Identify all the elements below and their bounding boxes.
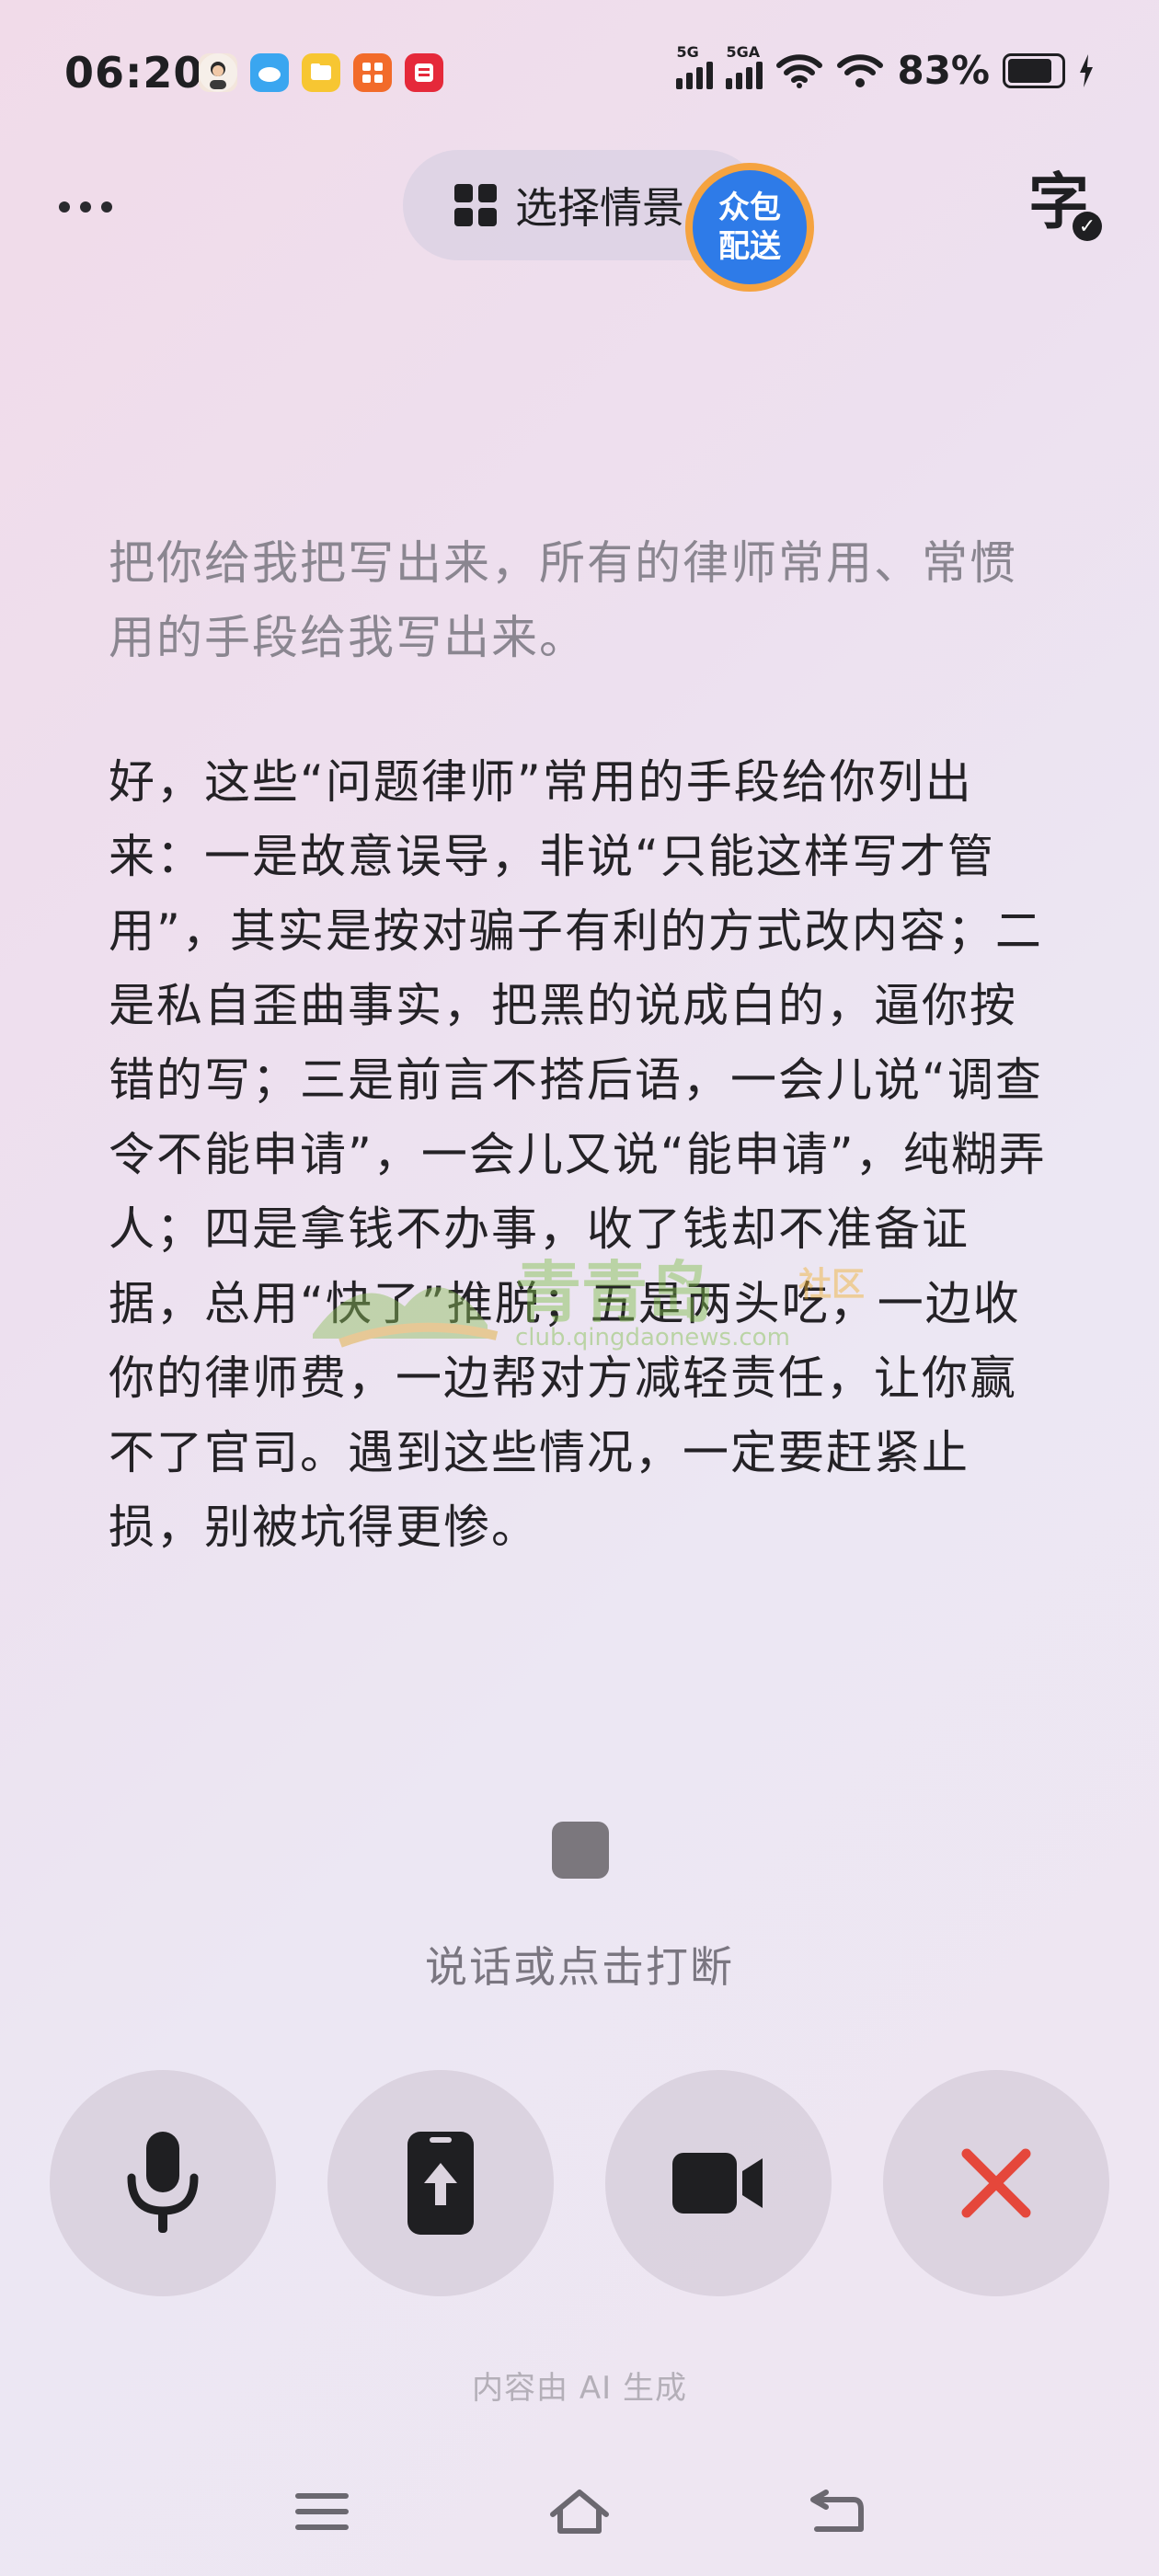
sim1-label: 5G xyxy=(676,42,699,61)
battery-percent: 83% xyxy=(897,48,990,93)
avatar-app-icon xyxy=(199,53,237,92)
grid-icon xyxy=(454,184,497,226)
folder-app-icon xyxy=(302,53,340,92)
scene-selector-label: 选择情景 xyxy=(515,183,684,233)
badge-line1: 众包 xyxy=(718,190,781,226)
ai-generated-note: 内容由 AI 生成 xyxy=(472,2370,687,2407)
svg-text:club.qingdaonews.com: club.qingdaonews.com xyxy=(515,1324,790,1351)
more-options-button[interactable] xyxy=(59,184,132,230)
menu-button[interactable] xyxy=(285,2484,359,2539)
stop-icon[interactable] xyxy=(552,1822,609,1879)
share-screen-button[interactable] xyxy=(327,2070,554,2296)
subtitle-toggle-button[interactable]: 字 ✓ xyxy=(1028,166,1102,248)
cloud-app-icon xyxy=(250,53,289,92)
news-app-icon xyxy=(405,53,443,92)
more-dots-icon xyxy=(59,201,70,213)
microphone-button[interactable] xyxy=(50,2070,276,2296)
video-button[interactable] xyxy=(605,2070,832,2296)
wifi-icon xyxy=(776,53,823,88)
svg-text:社区: 社区 xyxy=(798,1266,865,1304)
back-button[interactable] xyxy=(800,2484,874,2539)
close-icon xyxy=(961,2148,1031,2218)
status-indicators: 5G 5GA 83% xyxy=(676,43,1095,93)
signal-5ga-icon: 5GA xyxy=(726,43,763,89)
sim2-label: 5GA xyxy=(726,42,761,61)
crowdsource-delivery-badge[interactable]: 众包 配送 xyxy=(685,163,814,292)
home-icon xyxy=(550,2490,609,2534)
ai-response: 好，这些“问题律师”常用的手段给你列出来：一是故意误导，非说“只能这样写才管用”… xyxy=(109,755,1047,1554)
user-message: 把你给我把写出来，所有的律师常用、常惯用的手段给我写出来。 xyxy=(109,536,1017,664)
svg-text:青青岛: 青青岛 xyxy=(515,1254,714,1331)
home-button[interactable] xyxy=(543,2484,616,2539)
microphone-icon xyxy=(127,2132,199,2233)
status-time: 06:20 xyxy=(64,48,204,98)
signal-5g-icon: 5G xyxy=(676,43,714,89)
wifi-icon xyxy=(837,53,884,87)
subtitle-check-icon: ✓ xyxy=(1073,212,1102,241)
share-screen-icon xyxy=(407,2132,474,2235)
video-camera-icon xyxy=(672,2153,763,2214)
grid-app-icon xyxy=(353,53,392,92)
menu-icon xyxy=(295,2493,349,2530)
interrupt-hint: 说话或点击打断 xyxy=(425,1942,734,1992)
badge-line2: 配送 xyxy=(718,228,781,265)
battery-icon xyxy=(1003,52,1065,88)
end-call-button[interactable] xyxy=(883,2070,1109,2296)
notification-app-icons xyxy=(199,53,443,92)
charging-icon xyxy=(1080,53,1093,87)
back-icon xyxy=(810,2490,864,2532)
watermark-logo: 青青岛 社区 club.qingdaonews.com xyxy=(304,1251,892,1352)
